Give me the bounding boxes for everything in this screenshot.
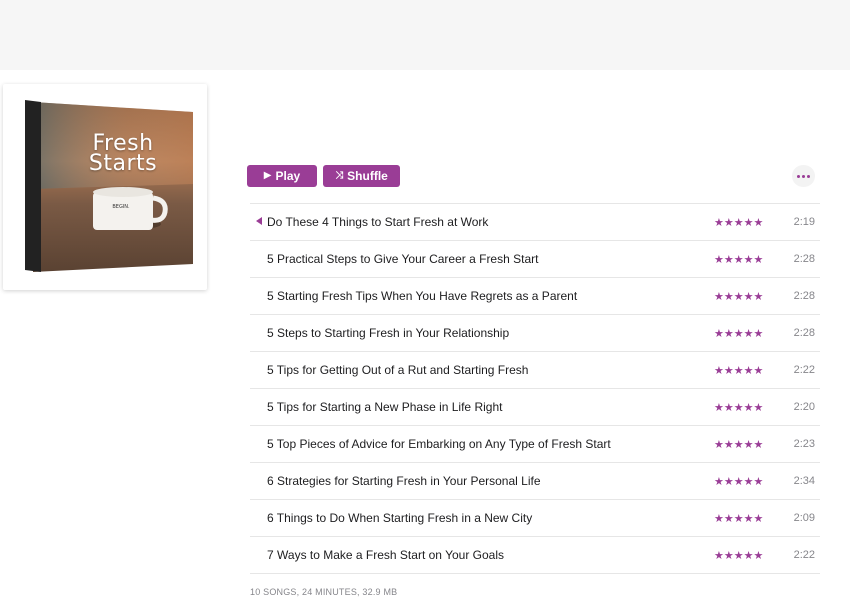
track-title: 5 Practical Steps to Give Your Career a … xyxy=(267,252,539,266)
track-title: 6 Things to Do When Starting Fresh in a … xyxy=(267,511,533,525)
track-duration: 2:22 xyxy=(793,549,815,561)
album-artwork[interactable]: BEGIN. Fresh Starts xyxy=(3,84,207,290)
track-row[interactable]: Do These 4 Things to Start Fresh at Work… xyxy=(250,204,820,241)
track-title: 7 Ways to Make a Fresh Start on Your Goa… xyxy=(267,548,504,562)
track-title: 5 Steps to Starting Fresh in Your Relati… xyxy=(267,326,510,340)
track-row[interactable]: 7 Ways to Make a Fresh Start on Your Goa… xyxy=(250,537,820,574)
album-summary: 10 SONGS, 24 MINUTES, 32.9 MB xyxy=(250,587,398,597)
ellipsis-icon xyxy=(797,174,800,178)
track-duration: 2:34 xyxy=(793,475,815,487)
track-rating[interactable]: ★★★★★ xyxy=(714,216,763,229)
album-cover-image: BEGIN. xyxy=(25,100,193,272)
track-rating[interactable]: ★★★★★ xyxy=(714,253,763,266)
track-row[interactable]: 5 Steps to Starting Fresh in Your Relati… xyxy=(250,315,820,352)
track-duration: 2:28 xyxy=(793,253,815,265)
track-duration: 2:23 xyxy=(793,438,815,450)
track-rating[interactable]: ★★★★★ xyxy=(714,290,763,303)
track-title: 5 Top Pieces of Advice for Embarking on … xyxy=(267,437,611,451)
shuffle-button[interactable]: ⤨ Shuffle xyxy=(323,165,400,187)
track-row[interactable]: 6 Things to Do When Starting Fresh in a … xyxy=(250,500,820,537)
shuffle-label: Shuffle xyxy=(347,169,388,183)
track-list: Do These 4 Things to Start Fresh at Work… xyxy=(250,203,820,574)
album-title: Fresh Starts xyxy=(88,131,158,176)
track-duration: 2:09 xyxy=(793,512,815,524)
track-title: 5 Starting Fresh Tips When You Have Regr… xyxy=(267,289,578,303)
mug-text: BEGIN. xyxy=(112,204,130,210)
track-duration: 2:19 xyxy=(793,216,815,228)
track-title: Do These 4 Things to Start Fresh at Work xyxy=(267,215,489,229)
track-rating[interactable]: ★★★★★ xyxy=(714,327,763,340)
track-title: 5 Tips for Starting a New Phase in Life … xyxy=(267,400,503,414)
track-row[interactable]: 5 Top Pieces of Advice for Embarking on … xyxy=(250,426,820,463)
now-playing-icon xyxy=(256,217,262,225)
more-options-button[interactable] xyxy=(792,165,815,187)
track-rating[interactable]: ★★★★★ xyxy=(714,512,763,525)
play-icon: ▶ xyxy=(263,170,272,181)
top-toolbar xyxy=(0,0,850,70)
track-row[interactable]: 5 Tips for Getting Out of a Rut and Star… xyxy=(250,352,820,389)
track-title: 6 Strategies for Starting Fresh in Your … xyxy=(267,474,541,488)
track-row[interactable]: 5 Starting Fresh Tips When You Have Regr… xyxy=(250,278,820,315)
track-row[interactable]: 6 Strategies for Starting Fresh in Your … xyxy=(250,463,820,500)
track-duration: 2:28 xyxy=(793,290,815,302)
track-rating[interactable]: ★★★★★ xyxy=(714,475,763,488)
shuffle-icon: ⤨ xyxy=(335,170,344,181)
track-duration: 2:20 xyxy=(793,401,815,413)
track-rating[interactable]: ★★★★★ xyxy=(714,364,763,377)
track-rating[interactable]: ★★★★★ xyxy=(714,549,763,562)
track-duration: 2:22 xyxy=(793,364,815,376)
track-rating[interactable]: ★★★★★ xyxy=(714,438,763,451)
play-button[interactable]: ▶ Play xyxy=(247,165,317,187)
track-title: 5 Tips for Getting Out of a Rut and Star… xyxy=(267,363,529,377)
track-duration: 2:28 xyxy=(793,327,815,339)
track-row[interactable]: 5 Tips for Starting a New Phase in Life … xyxy=(250,389,820,426)
track-rating[interactable]: ★★★★★ xyxy=(714,401,763,414)
track-row[interactable]: 5 Practical Steps to Give Your Career a … xyxy=(250,241,820,278)
play-label: Play xyxy=(275,169,301,183)
